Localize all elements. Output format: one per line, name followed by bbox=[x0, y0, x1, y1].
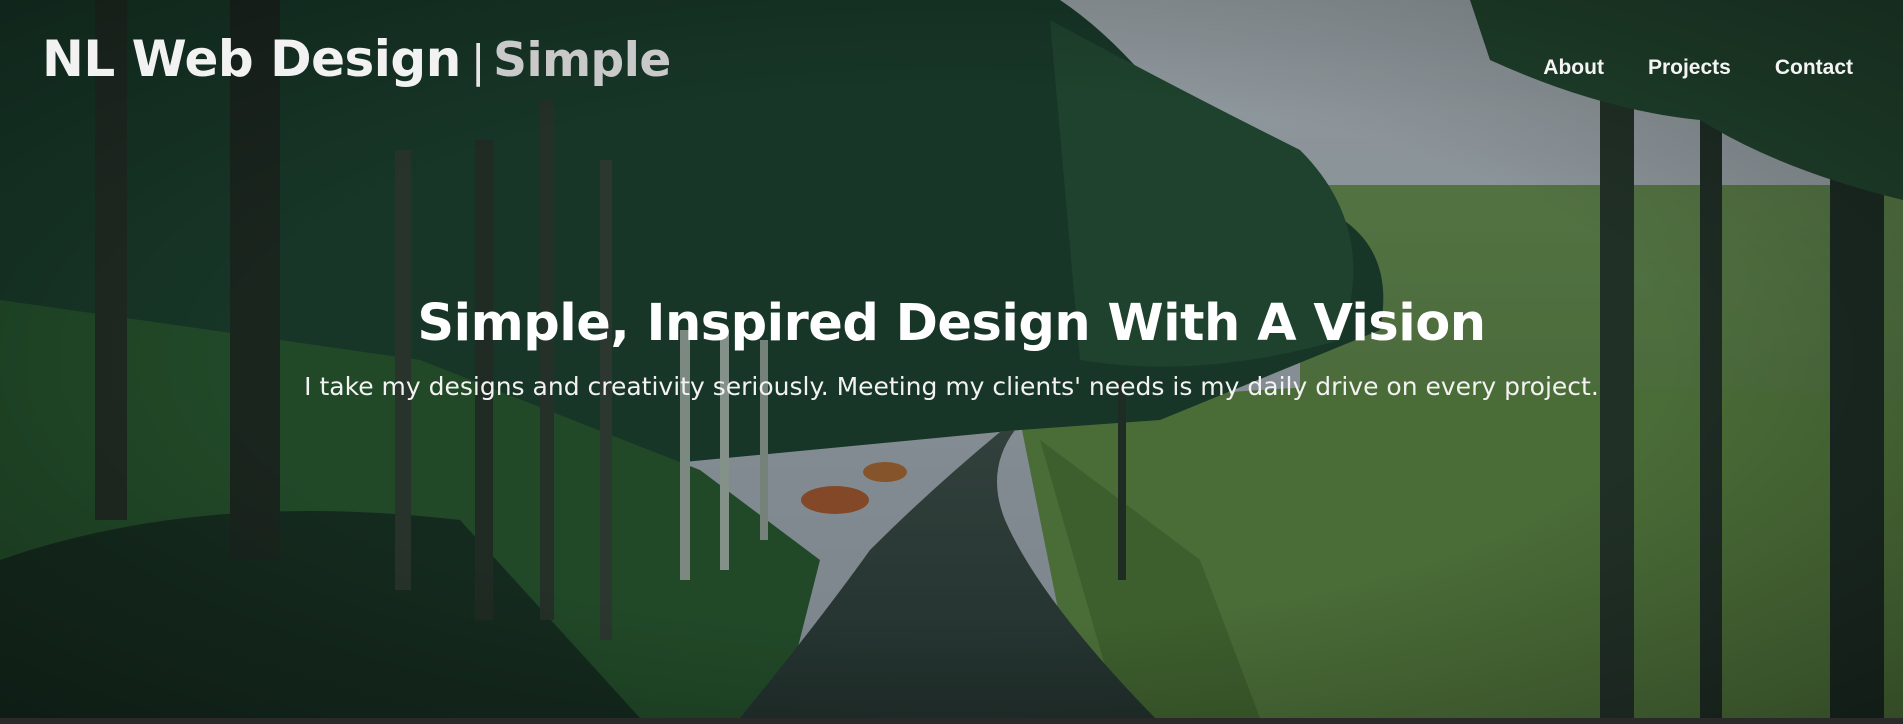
nav-link-contact[interactable]: Contact bbox=[1775, 56, 1853, 80]
page-bottom-border bbox=[0, 718, 1903, 724]
site-logo[interactable]: NL Web Design | Simple bbox=[42, 30, 671, 88]
hero-tagline: I take my designs and creativity serious… bbox=[304, 372, 1599, 401]
nav-link-projects[interactable]: Projects bbox=[1648, 56, 1731, 80]
nav-link-about[interactable]: About bbox=[1543, 56, 1604, 80]
brand-separator: | bbox=[470, 36, 486, 87]
hero-headline: Simple, Inspired Design With A Vision bbox=[417, 294, 1486, 353]
hero-section: NL Web Design | Simple About Projects Cont… bbox=[0, 0, 1903, 718]
main-nav: About Projects Contact bbox=[1543, 56, 1853, 80]
brand-name: NL Web Design bbox=[42, 30, 461, 88]
brand-subtitle: Simple bbox=[493, 33, 671, 88]
hero-background-image bbox=[0, 0, 1903, 718]
